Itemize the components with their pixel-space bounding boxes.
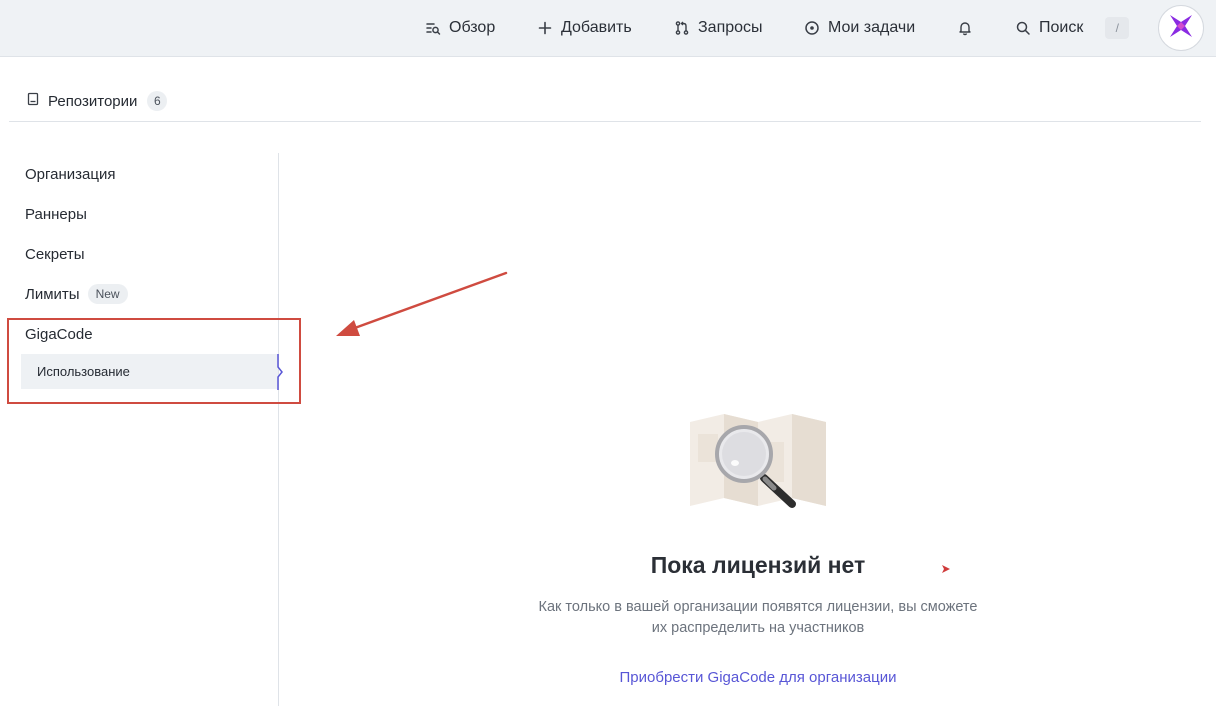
buy-gigacode-link[interactable]: Приобрести GigaCode для организации — [558, 669, 958, 686]
map-search-illustration — [690, 414, 826, 508]
repositories-label: Репозитории — [48, 92, 138, 110]
user-avatar[interactable] — [1158, 5, 1204, 51]
repositories-count: 6 — [147, 91, 168, 111]
repositories-tab[interactable]: Репозитории 6 — [26, 90, 168, 112]
nav-overview[interactable]: Обзор — [425, 0, 495, 56]
empty-state-description: Как только в вашей организации появятся … — [538, 599, 978, 636]
empty-state-title: Пока лицензий нет — [650, 552, 866, 578]
bell-icon — [957, 20, 973, 36]
gigacode-logo-icon — [1168, 13, 1194, 44]
nav-search-label: Поиск — [1039, 19, 1084, 36]
sidebar-item-label: Лимиты — [25, 285, 80, 303]
sidebar-item-label: Организация — [25, 165, 116, 183]
annotation-arrow — [336, 271, 508, 336]
sidebar-item-secrets[interactable]: Секреты — [25, 243, 85, 265]
annotation-highlight-box — [7, 318, 301, 404]
nav-my-tasks[interactable]: Мои задачи — [804, 0, 915, 56]
sidebar-item-runners[interactable]: Раннеры — [25, 203, 87, 225]
repo-icon — [26, 92, 40, 110]
task-icon — [804, 20, 820, 36]
search-shortcut-key: / — [1105, 17, 1130, 39]
nav-requests-label: Запросы — [698, 19, 763, 36]
pull-request-icon — [674, 20, 690, 36]
plus-icon — [537, 20, 553, 36]
sidebar-item-label: Раннеры — [25, 205, 87, 223]
nav-add-label: Добавить — [561, 19, 632, 36]
top-navigation-bar: Обзор Добавить Запросы Мои задачи Поиск … — [0, 0, 1216, 57]
sidebar-item-organization[interactable]: Организация — [25, 163, 115, 185]
nav-my-tasks-label: Мои задачи — [828, 19, 916, 36]
nav-search[interactable]: Поиск / — [1015, 0, 1130, 56]
sidebar-item-limits[interactable]: Лимиты New — [25, 283, 128, 305]
nav-add[interactable]: Добавить — [537, 0, 632, 56]
sidebar-divider — [278, 153, 279, 706]
divider — [9, 121, 1201, 122]
nav-requests[interactable]: Запросы — [674, 0, 763, 56]
new-badge: New — [87, 284, 128, 304]
nav-overview-label: Обзор — [449, 19, 496, 36]
sidebar-item-label: Секреты — [25, 245, 85, 263]
notifications-button[interactable] — [957, 0, 973, 56]
cursor-marker — [942, 565, 950, 573]
search-icon — [1015, 20, 1031, 36]
overview-icon — [425, 20, 441, 36]
